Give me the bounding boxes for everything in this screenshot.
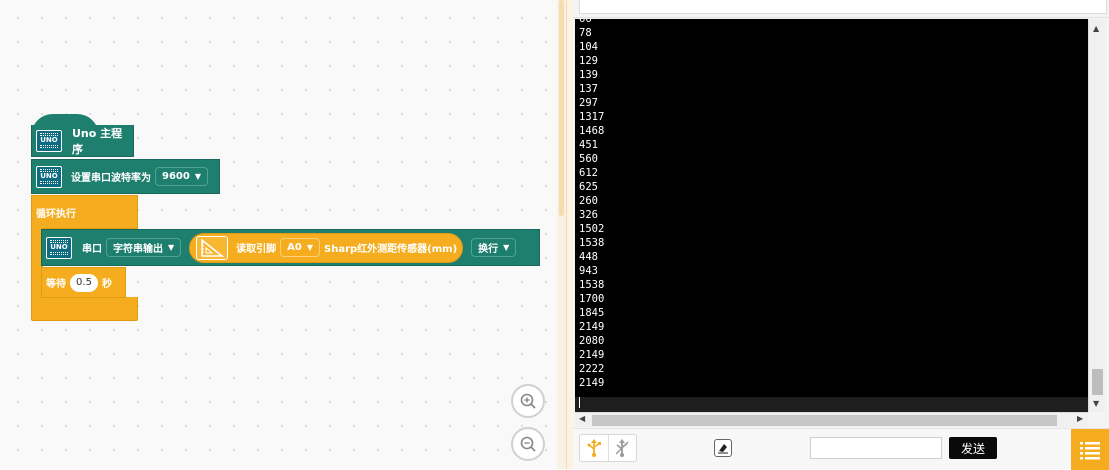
- serial-output-line: 1845: [579, 307, 605, 319]
- wait-block-label: 等待: [46, 279, 66, 290]
- serial-output-line: 1317: [579, 111, 605, 123]
- serial-output-line: 1538: [579, 237, 605, 249]
- serial-output-line: 448: [579, 251, 598, 263]
- serial-mode-dropdown[interactable]: 字符串输出 ▼: [106, 238, 182, 257]
- scroll-left-icon[interactable]: ◀: [579, 414, 585, 423]
- chevron-down-icon: ▼: [503, 243, 510, 252]
- reporter-label: 读取引脚: [236, 244, 277, 255]
- loop-block-label: 循环执行: [36, 208, 76, 220]
- wait-seconds-input[interactable]: 0.5: [70, 273, 98, 292]
- serial-monitor-panel: 66 78 104 129 139 137 297 1317 1468 451 560 612 625 2…: [573, 0, 1109, 470]
- workspace-scrollbar-thumb[interactable]: [559, 0, 564, 216]
- uno-board-icon: UNO: [36, 165, 62, 188]
- chevron-down-icon: ▼: [306, 243, 314, 252]
- zoom-out-button[interactable]: [511, 427, 545, 461]
- scroll-up-icon[interactable]: ▲: [1093, 24, 1099, 33]
- serial-output-line: 139: [579, 69, 598, 81]
- serial-output-console[interactable]: 66 78 104 129 139 137 297 1317 1468 451 560 612 625 2…: [575, 19, 1088, 412]
- panel-divider[interactable]: [566, 0, 573, 469]
- zoom-in-icon: [520, 393, 536, 409]
- baud-block-label: 设置串口波特率为: [71, 173, 151, 184]
- serial-output-line: 260: [579, 195, 598, 207]
- console-vscroll-thumb[interactable]: [1092, 369, 1103, 395]
- wait-block[interactable]: 等待 0.5 秒: [41, 267, 126, 298]
- zoom-in-button[interactable]: [511, 384, 545, 418]
- serial-monitor-bottom-bar: 发送: [573, 428, 1109, 470]
- serial-monitor-header: [579, 0, 1107, 14]
- serial-print-block[interactable]: UNO 串口 字符串输出▼ 读取引脚 A0▼ Sharp红外测距传感器(mm: [41, 229, 540, 266]
- wait-unit-label: 秒: [102, 279, 112, 290]
- serial-output-lines: 66 78 104 129 139 137 297 1317 1468 451 560 612 625 2…: [579, 19, 604, 390]
- serial-output-line: 129: [579, 55, 598, 67]
- usb-connect-icon[interactable]: [580, 435, 609, 461]
- baud-rate-dropdown[interactable]: 9600 ▼: [155, 167, 208, 186]
- console-cursor: [579, 397, 580, 408]
- serial-output-line: 1700: [579, 293, 605, 305]
- serial-monitor-toolbar: [573, 0, 1109, 18]
- usb-disconnect-icon[interactable]: [609, 435, 637, 461]
- serial-baud-block[interactable]: UNO 设置串口波特率为 9600 ▼: [31, 159, 220, 194]
- serial-output-line: 78: [579, 27, 592, 39]
- console-input-line: [575, 397, 1088, 412]
- distance-sensor-icon: [196, 235, 229, 260]
- serial-output-line: 2149: [579, 321, 605, 333]
- workspace-scrollbar[interactable]: [557, 0, 566, 469]
- serial-output-line: 1538: [579, 279, 605, 291]
- serial-output-line: 297: [579, 97, 598, 109]
- serial-output-line: 2080: [579, 335, 605, 347]
- serial-output-line: 625: [579, 181, 598, 193]
- serial-block-label: 串口: [82, 244, 102, 255]
- loop-block-bottom: [31, 297, 138, 321]
- serial-output-line: 943: [579, 265, 598, 277]
- serial-output-line: 2149: [579, 349, 605, 361]
- eraser-icon: [718, 444, 728, 454]
- uno-board-icon: UNO: [36, 129, 62, 152]
- chevron-down-icon: ▼: [168, 243, 175, 252]
- scroll-down-icon[interactable]: ▼: [1093, 399, 1099, 408]
- serial-output-line: 66: [579, 19, 592, 25]
- sharp-sensor-reporter[interactable]: 读取引脚 A0 ▼ Sharp红外测距传感器(mm): [189, 232, 464, 263]
- main-program-block[interactable]: UNO Uno 主程序: [31, 125, 134, 157]
- serial-output-line: 451: [579, 139, 598, 151]
- clear-output-button[interactable]: [714, 439, 732, 457]
- serial-output-line: 326: [579, 209, 598, 221]
- newline-dropdown[interactable]: 换行 ▼: [471, 238, 517, 257]
- zoom-out-icon: [520, 436, 536, 452]
- serial-output-line: 104: [579, 41, 598, 53]
- scroll-right-icon[interactable]: ▶: [1077, 414, 1083, 423]
- chevron-down-icon: ▼: [194, 172, 201, 181]
- send-button[interactable]: 发送: [949, 437, 997, 459]
- serial-output-line: 560: [579, 153, 598, 165]
- console-vertical-scrollbar[interactable]: ▲ ▼: [1088, 19, 1105, 412]
- serial-output-line: 1468: [579, 125, 605, 137]
- serial-output-line: 137: [579, 83, 598, 95]
- block-workspace[interactable]: UNO Uno 主程序 UNO 设置串口波特率为 9600 ▼ 循环执行 UNO …: [0, 0, 557, 469]
- uno-board-icon: UNO: [46, 236, 72, 259]
- pin-dropdown[interactable]: A0 ▼: [280, 238, 321, 257]
- main-block-label: Uno 主程序: [71, 126, 123, 156]
- serial-output-line: 1502: [579, 223, 605, 235]
- loop-block-top[interactable]: 循环执行: [31, 195, 138, 229]
- send-input[interactable]: [810, 437, 942, 459]
- sensor-label: Sharp红外测距传感器(mm): [324, 244, 458, 255]
- menu-list-button[interactable]: [1071, 429, 1109, 470]
- console-hscroll-thumb[interactable]: [592, 415, 1057, 426]
- list-icon: [1080, 441, 1100, 459]
- serial-output-line: 612: [579, 167, 598, 179]
- console-horizontal-scrollbar[interactable]: ◀ ▶: [575, 412, 1088, 427]
- serial-output-line: 2222: [579, 363, 605, 375]
- connection-toggle-group: [579, 434, 637, 462]
- serial-output-line: 2149: [579, 377, 605, 389]
